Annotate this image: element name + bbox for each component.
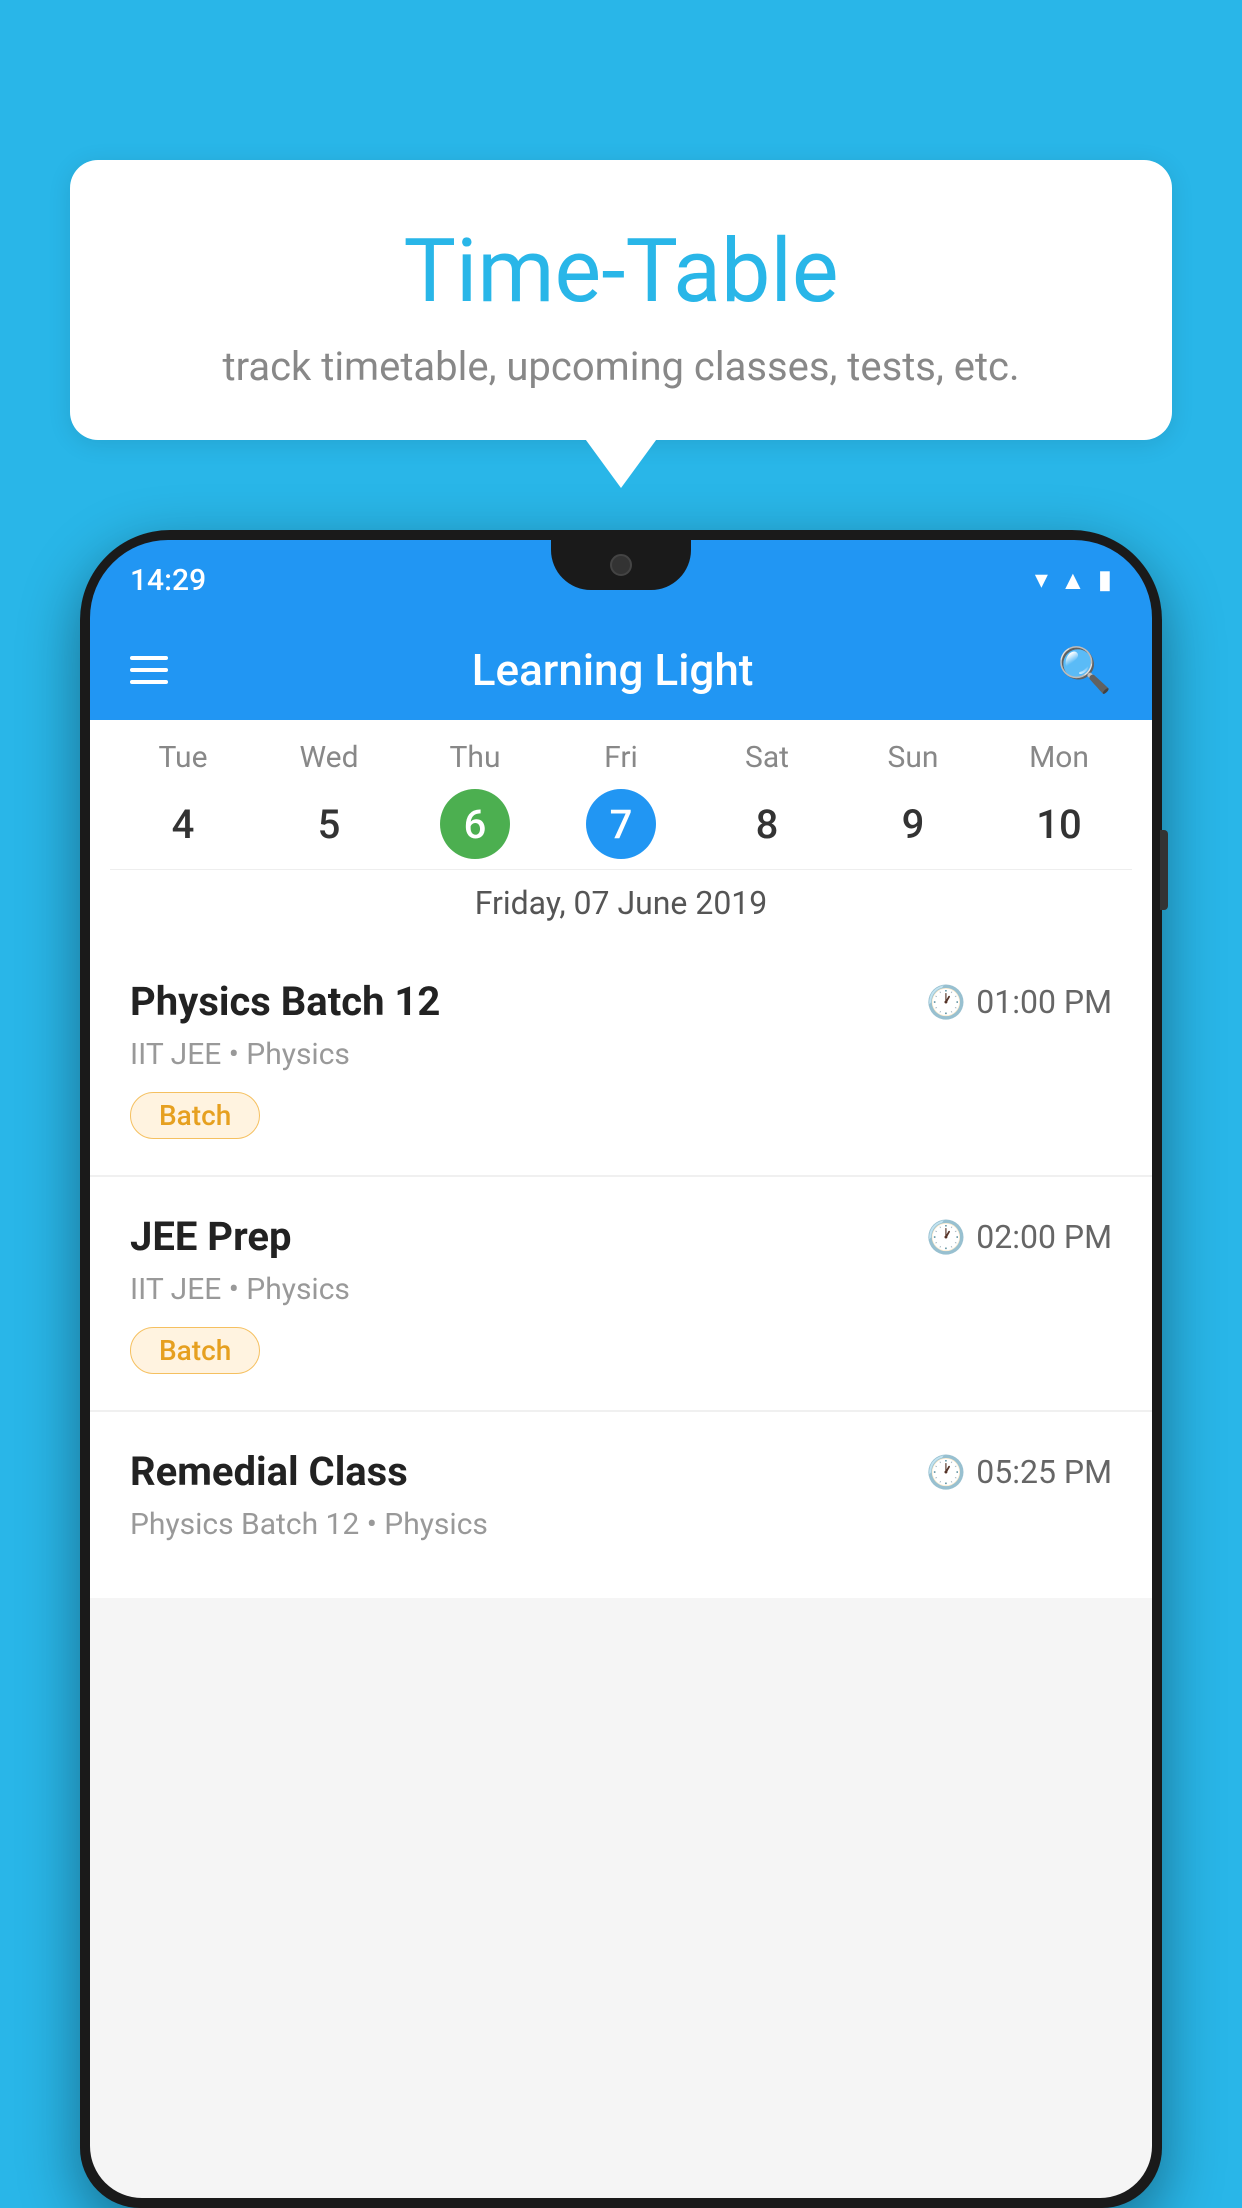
schedule-title: Physics Batch 12 (130, 978, 440, 1025)
selected-date-label: Friday, 07 June 2019 (110, 869, 1132, 942)
batch-badge: Batch (130, 1092, 260, 1139)
day-name: Sun (840, 740, 986, 775)
signal-icon: ▲ (1060, 565, 1086, 596)
days-row: Tue 4 Wed 5 Thu 6 Fri 7 Sat 8 Sun 9 Mon 10 (110, 720, 1132, 869)
status-time: 14:29 (130, 563, 206, 598)
status-bar: 14:29 ▾ ▲ ▮ (90, 540, 1152, 620)
phone-screen: Learning Light 🔍 Tue 4 Wed 5 Thu 6 Fri 7 Sat 8 Sun… (90, 620, 1152, 2198)
app-title: Learning Light (168, 644, 1057, 696)
tooltip-card: Time-Table track timetable, upcoming cla… (70, 160, 1172, 440)
clock-icon: 🕐 (926, 1218, 966, 1256)
schedule-title: Remedial Class (130, 1448, 408, 1495)
app-header: Learning Light 🔍 (90, 620, 1152, 720)
notch (551, 540, 691, 590)
batch-badge: Batch (130, 1327, 260, 1374)
schedule-time: 🕐01:00 PM (926, 983, 1112, 1021)
day-number[interactable]: 9 (878, 789, 948, 859)
battery-icon: ▮ (1098, 565, 1112, 595)
calendar-day[interactable]: Fri 7 (548, 740, 694, 859)
menu-button[interactable] (130, 656, 168, 684)
calendar-day[interactable]: Wed 5 (256, 740, 402, 859)
schedule-time: 🕐05:25 PM (926, 1453, 1112, 1491)
day-name: Sat (694, 740, 840, 775)
day-name: Tue (110, 740, 256, 775)
day-number[interactable]: 6 (440, 789, 510, 859)
camera (610, 554, 632, 576)
tooltip-subtitle: track timetable, upcoming classes, tests… (130, 343, 1112, 390)
calendar-strip: Tue 4 Wed 5 Thu 6 Fri 7 Sat 8 Sun 9 Mon 10 Friday, 07… (90, 720, 1152, 942)
clock-icon: 🕐 (926, 983, 966, 1021)
day-number[interactable]: 7 (586, 789, 656, 859)
day-number[interactable]: 5 (294, 789, 364, 859)
schedule-list: Physics Batch 12 🕐01:00 PM IIT JEE • Physi… (90, 942, 1152, 1598)
schedule-item[interactable]: Remedial Class 🕐05:25 PM Physics Batch 12 … (90, 1412, 1152, 1598)
schedule-meta: IIT JEE • Physics (130, 1272, 1112, 1307)
schedule-time: 🕐02:00 PM (926, 1218, 1112, 1256)
status-icons: ▾ ▲ ▮ (1035, 565, 1112, 596)
clock-icon: 🕐 (926, 1453, 966, 1491)
tooltip-title: Time-Table (130, 220, 1112, 323)
day-name: Fri (548, 740, 694, 775)
schedule-meta: IIT JEE • Physics (130, 1037, 1112, 1072)
schedule-item[interactable]: Physics Batch 12 🕐01:00 PM IIT JEE • Physi… (90, 942, 1152, 1175)
schedule-meta: Physics Batch 12 • Physics (130, 1507, 1112, 1542)
phone-side-button (1160, 830, 1168, 910)
search-button[interactable]: 🔍 (1057, 644, 1112, 696)
calendar-day[interactable]: Tue 4 (110, 740, 256, 859)
day-name: Mon (986, 740, 1132, 775)
day-number[interactable]: 10 (1024, 789, 1094, 859)
day-number[interactable]: 4 (148, 789, 218, 859)
calendar-day[interactable]: Sun 9 (840, 740, 986, 859)
schedule-title: JEE Prep (130, 1213, 291, 1260)
calendar-day[interactable]: Mon 10 (986, 740, 1132, 859)
day-number[interactable]: 8 (732, 789, 802, 859)
calendar-day[interactable]: Thu 6 (402, 740, 548, 859)
schedule-item[interactable]: JEE Prep 🕐02:00 PM IIT JEE • Physics Batch (90, 1177, 1152, 1410)
day-name: Wed (256, 740, 402, 775)
wifi-icon: ▾ (1035, 565, 1048, 595)
calendar-day[interactable]: Sat 8 (694, 740, 840, 859)
day-name: Thu (402, 740, 548, 775)
phone-frame: 14:29 ▾ ▲ ▮ Learning Light 🔍 Tue 4 Wed 5 Thu… (80, 530, 1162, 2208)
